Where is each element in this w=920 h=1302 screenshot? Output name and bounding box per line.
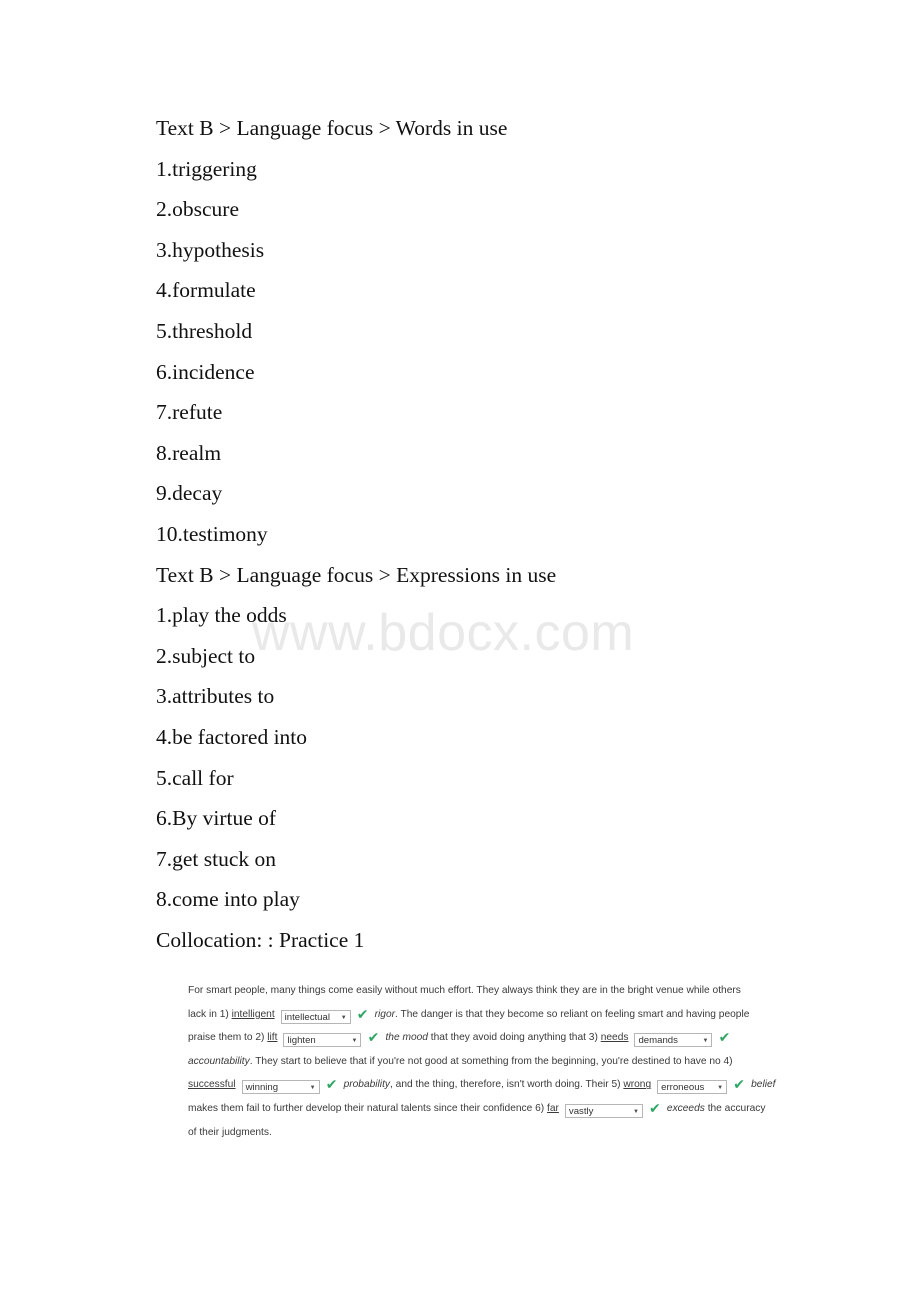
answer-expression-5: 5.call for	[156, 765, 234, 790]
exercise-text-italic: belief	[751, 1079, 776, 1091]
blank-4-select[interactable]: winning ▼	[241, 1080, 320, 1095]
blank-1-correct-icon: ✔	[356, 1005, 369, 1022]
exercise-line-7: of their judgments.	[188, 1121, 788, 1145]
document-body: Text B > Language focus > Words in use 1…	[156, 108, 856, 960]
exercise-text-italic: accountability	[188, 1055, 250, 1067]
blank-4-correct-icon: ✔	[325, 1076, 338, 1093]
exercise-line-3: praise them to 2) lift lighten ▼ ✔ the mood …	[188, 1026, 788, 1050]
answer-word-5: 5.threshold	[156, 318, 253, 343]
chevron-down-icon: ▼	[340, 1014, 347, 1021]
blank-3-prompt: needs	[600, 1032, 629, 1044]
answer-word-8: 8.realm	[156, 440, 222, 465]
blank-5-value: erroneous	[661, 1082, 705, 1094]
answer-word-6: 6.incidence	[156, 359, 255, 384]
answer-expression-4: 4.be factored into	[156, 724, 308, 749]
blank-6-prompt: far	[547, 1102, 559, 1114]
exercise-text-italic: the mood	[385, 1032, 428, 1044]
exercise-text: that they avoid doing anything that 3)	[427, 1032, 601, 1044]
exercise-text: the accuracy	[704, 1102, 766, 1114]
blank-4-prompt: successful	[188, 1079, 236, 1091]
blank-2-value: lighten	[287, 1035, 316, 1047]
exercise-line-5: successful winning ▼ ✔ probability, and the …	[188, 1073, 788, 1097]
answer-word-10: 10.testimony	[156, 521, 268, 546]
blank-3-correct-icon: ✔	[718, 1029, 731, 1046]
blank-2-correct-icon: ✔	[367, 1029, 380, 1046]
blank-5-correct-icon: ✔	[733, 1076, 745, 1093]
answer-expression-8: 8.come into play	[156, 887, 300, 912]
heading-collocation: Collocation: : Practice 1	[156, 927, 365, 952]
heading-words-in-use: Text B > Language focus > Words in use	[156, 116, 508, 140]
exercise-line-2: lack in 1) intelligent intellectual ▼ ✔ rigo…	[188, 1003, 788, 1027]
blank-6-correct-icon: ✔	[649, 1099, 661, 1116]
exercise-text: praise them to 2)	[188, 1032, 268, 1044]
collocation-exercise: For smart people, many things come easil…	[188, 979, 788, 1144]
blank-4-value: winning	[245, 1082, 279, 1094]
chevron-down-icon: ▼	[351, 1038, 358, 1045]
blank-5-select[interactable]: erroneous ▼	[657, 1080, 728, 1095]
blank-3-select[interactable]: demands ▼	[634, 1033, 713, 1048]
blank-6-value: vastly	[568, 1105, 594, 1117]
chevron-down-icon: ▼	[702, 1038, 709, 1045]
chevron-down-icon: ▼	[309, 1085, 316, 1092]
answer-expression-7: 7.get stuck on	[156, 846, 277, 871]
exercise-text: , and the thing, therefore, isn't worth …	[390, 1079, 624, 1091]
answer-word-9: 9.decay	[156, 481, 223, 506]
exercise-text: of their judgments.	[188, 1126, 272, 1138]
chevron-down-icon: ▼	[717, 1085, 724, 1092]
exercise-text: . They start to believe that if you're n…	[249, 1055, 733, 1067]
blank-2-prompt: lift	[267, 1032, 278, 1044]
chevron-down-icon: ▼	[632, 1108, 639, 1115]
answer-word-7: 7.refute	[156, 400, 223, 425]
blank-3-value: demands	[638, 1035, 678, 1047]
answer-word-2: 2.obscure	[156, 197, 239, 222]
answer-word-1: 1.triggering	[156, 156, 257, 181]
blank-5-prompt: wrong	[623, 1079, 652, 1091]
exercise-text-italic: rigor	[374, 1008, 396, 1020]
blank-1-prompt: intelligent	[231, 1008, 275, 1020]
answer-expression-2: 2.subject to	[156, 643, 256, 668]
exercise-line-6: makes them fail to further develop their…	[188, 1097, 788, 1121]
exercise-text: For smart people, many things come easil…	[188, 985, 741, 996]
answer-expression-6: 6.By virtue of	[156, 806, 277, 831]
exercise-text: . The danger is that they become so reli…	[395, 1008, 750, 1020]
heading-expressions-in-use: Text B > Language focus > Expressions in…	[156, 562, 557, 587]
blank-6-select[interactable]: vastly ▼	[564, 1103, 643, 1118]
answer-expression-3: 3.attributes to	[156, 684, 275, 709]
answer-expression-1: 1.play the odds	[156, 603, 287, 628]
blank-2-select[interactable]: lighten ▼	[283, 1033, 362, 1048]
answer-word-3: 3.hypothesis	[156, 237, 265, 262]
exercise-text-italic: probability	[343, 1079, 390, 1091]
blank-1-select[interactable]: intellectual ▼	[280, 1009, 351, 1024]
exercise-text: lack in 1)	[188, 1008, 232, 1020]
exercise-line-1: For smart people, many things come easil…	[188, 979, 788, 1003]
blank-1-value: intellectual	[284, 1011, 330, 1023]
exercise-text: makes them fail to further develop their…	[188, 1102, 548, 1114]
exercise-text-italic: exceeds	[666, 1102, 705, 1114]
answer-word-4: 4.formulate	[156, 278, 256, 303]
exercise-line-4: accountability. They start to believe th…	[188, 1050, 788, 1074]
